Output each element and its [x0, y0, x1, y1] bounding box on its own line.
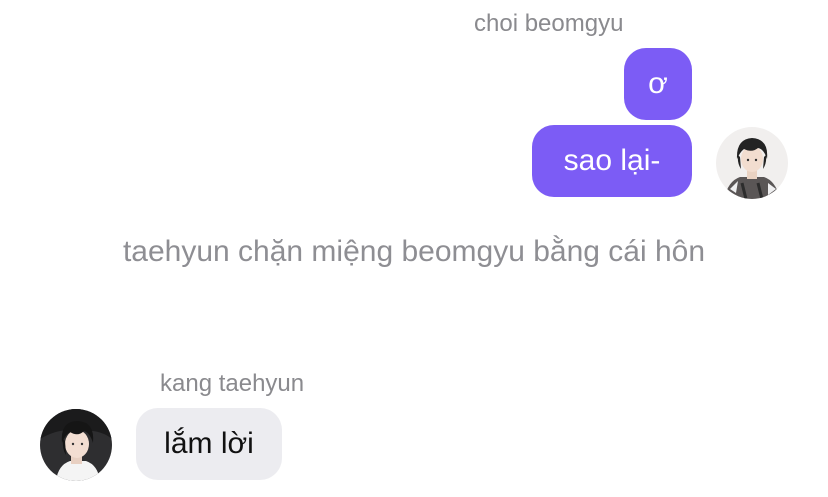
avatar-choi-beomgyu[interactable]	[716, 127, 788, 199]
person-photo-icon	[40, 409, 112, 481]
message-text: sao lại-	[563, 144, 661, 177]
message-text: lắm lời	[164, 427, 254, 460]
outgoing-sender-name: choi beomgyu	[474, 10, 624, 37]
person-photo-icon	[716, 127, 788, 199]
message-text: ơ	[648, 67, 668, 100]
narration-text: taehyun chặn miệng beomgyu bằng cái hôn	[122, 235, 706, 268]
message-bubble[interactable]: lắm lời	[136, 408, 282, 480]
message-bubble[interactable]: ơ	[624, 48, 692, 120]
incoming-sender-name: kang taehyun	[160, 370, 305, 397]
message-bubble[interactable]: sao lại-	[532, 125, 692, 197]
avatar-kang-taehyun[interactable]	[40, 409, 112, 481]
